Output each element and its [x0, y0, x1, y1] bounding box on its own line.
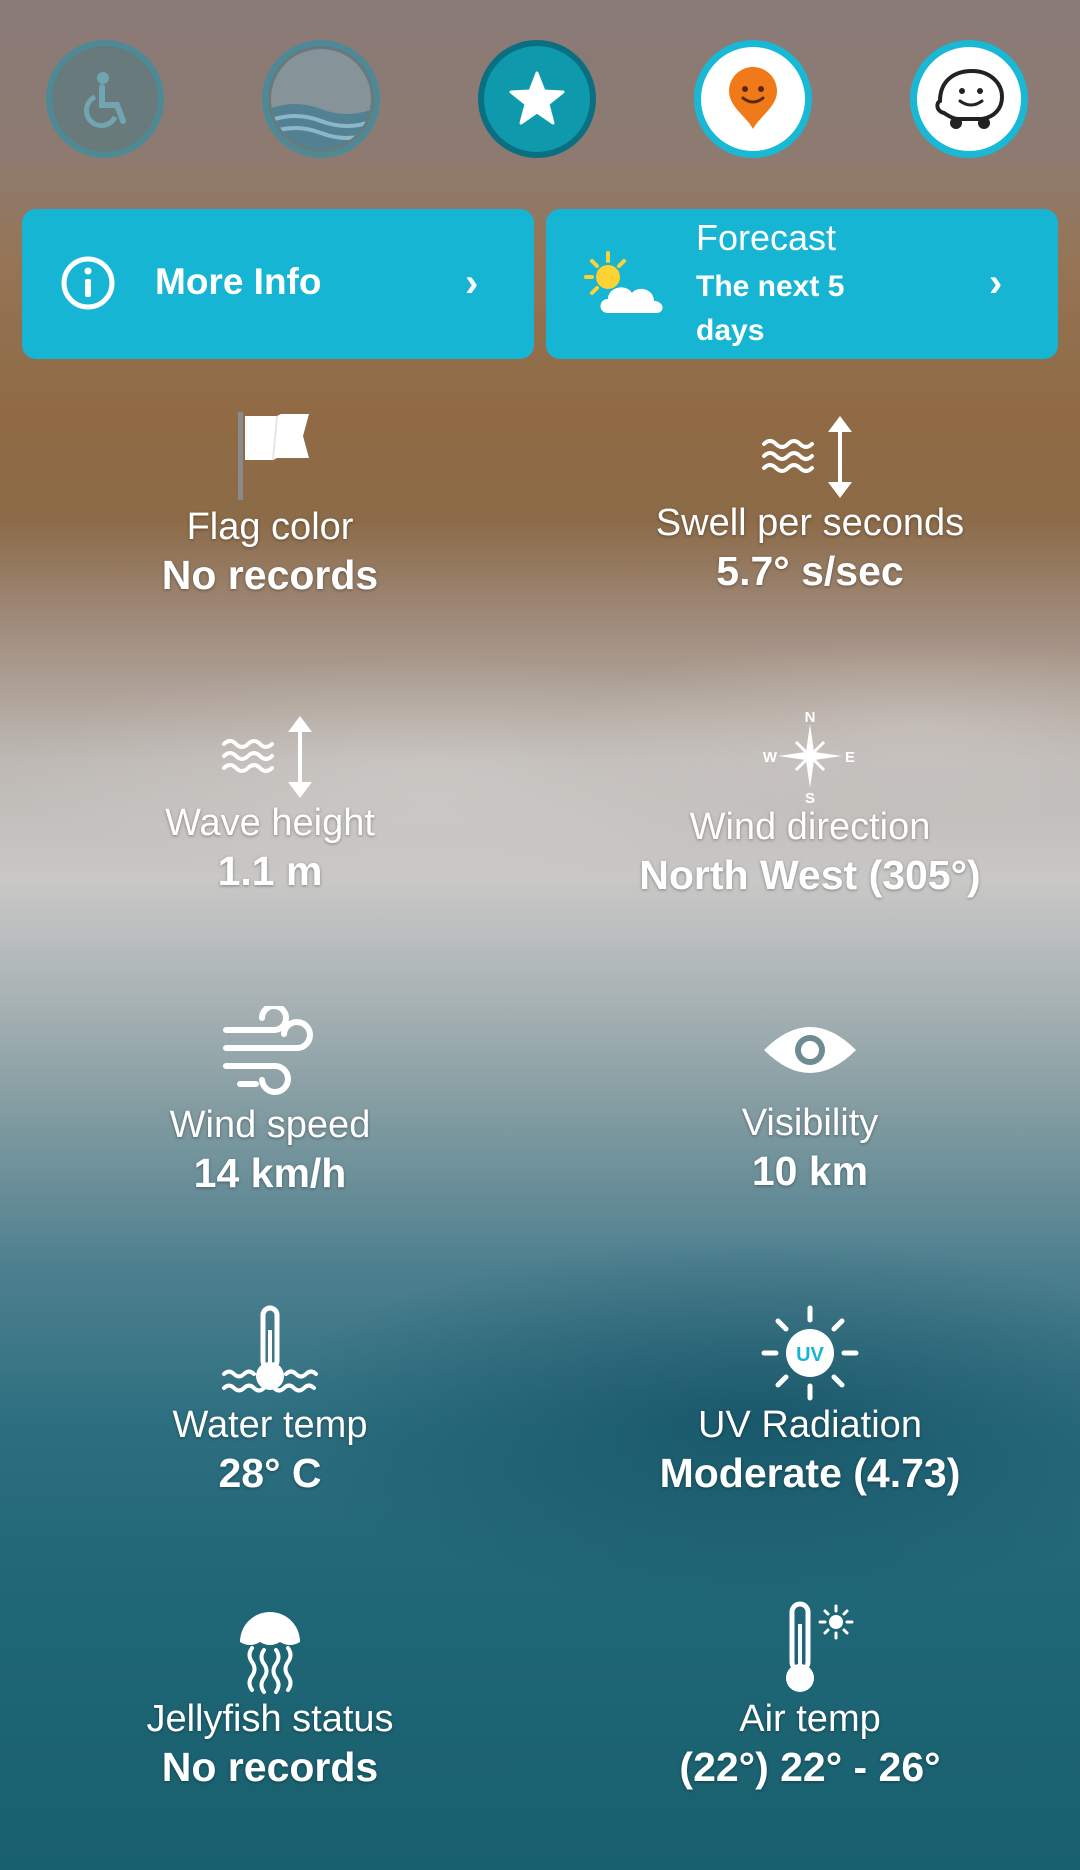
- uv-radiation-label: UV Radiation: [698, 1404, 922, 1446]
- uv-radiation-value: Moderate (4.73): [659, 1450, 961, 1496]
- blue-flag-icon: [271, 49, 371, 149]
- visibility-value: 10 km: [751, 1148, 869, 1194]
- flag-color-value: No records: [161, 552, 379, 598]
- flag-icon: [238, 412, 309, 500]
- wave-height-stat: Wave height 1.1 m: [0, 714, 540, 896]
- uv-badge: UV: [796, 1344, 824, 1366]
- jellyfish-icon: [240, 1612, 300, 1694]
- wave-height-label: Wave height: [165, 802, 375, 844]
- jellyfish-label: Jellyfish status: [146, 1698, 394, 1740]
- jellyfish-value: No records: [161, 1744, 379, 1790]
- swell-icon: [762, 416, 852, 498]
- compass-east: E: [845, 749, 855, 766]
- wind-direction-value: North West (305°): [639, 852, 981, 898]
- forecast-button[interactable]: Forecast The next 5 days ›: [546, 209, 1058, 359]
- wave-height-value: 1.1 m: [217, 848, 323, 894]
- swell-value: 5.7° s/sec: [716, 548, 904, 594]
- air-temp-value: (22°) 22° - 26°: [679, 1744, 941, 1790]
- wind-speed-label: Wind speed: [169, 1104, 371, 1146]
- water-temp-label: Water temp: [172, 1404, 368, 1446]
- waze-icon: [935, 68, 1005, 129]
- chevron-right-icon: ›: [989, 261, 1003, 305]
- partly-sunny-icon: [584, 251, 663, 313]
- star-icon: [509, 71, 565, 125]
- more-info-button[interactable]: More Info ›: [22, 209, 534, 359]
- water-thermometer-icon: [222, 1305, 318, 1393]
- visibility-stat: Visibility 10 km: [540, 1016, 1080, 1196]
- air-temp-stat: Air temp (22°) 22° - 26°: [540, 1600, 1080, 1792]
- wind-speed-value: 14 km/h: [193, 1150, 347, 1196]
- water-temp-value: 28° C: [218, 1450, 322, 1496]
- air-temp-label: Air temp: [739, 1698, 881, 1740]
- wave-height-icon: [222, 716, 312, 798]
- map-pin-button[interactable]: [694, 40, 812, 158]
- info-icon: [61, 256, 115, 310]
- compass-icon: N E S W: [763, 709, 855, 804]
- map-pin-icon: [729, 67, 777, 129]
- compass-south: S: [805, 790, 815, 804]
- uv-sun-icon: UV: [761, 1305, 859, 1401]
- wind-direction-stat: N E S W Wind direction North West (305°): [540, 708, 1080, 900]
- chevron-right-icon: ›: [465, 261, 479, 305]
- uv-radiation-stat: UV UV Radiation Moderate (4.73): [540, 1304, 1080, 1498]
- flag-color-stat: Flag color No records: [0, 406, 540, 600]
- wind-speed-stat: Wind speed 14 km/h: [0, 1006, 540, 1198]
- wind-direction-label: Wind direction: [689, 806, 931, 848]
- compass-west: W: [763, 749, 778, 766]
- more-info-label: More Info: [155, 261, 322, 302]
- swell-stat: Swell per seconds 5.7° s/sec: [540, 414, 1080, 596]
- eye-icon: [764, 1027, 856, 1073]
- accessibility-button[interactable]: [46, 40, 164, 158]
- accessibility-icon: [83, 72, 126, 129]
- top-actions: [0, 40, 1080, 166]
- wind-icon: [223, 1006, 313, 1095]
- compass-north: N: [805, 709, 816, 726]
- visibility-label: Visibility: [741, 1102, 879, 1144]
- water-temp-stat: Water temp 28° C: [0, 1304, 540, 1498]
- swell-label: Swell per seconds: [655, 502, 965, 544]
- air-thermometer-icon: [786, 1601, 854, 1692]
- blue-flag-button[interactable]: [262, 40, 380, 158]
- forecast-subtitle: The next 5 days: [696, 270, 845, 347]
- forecast-title: Forecast: [696, 217, 837, 258]
- jellyfish-stat: Jellyfish status No records: [0, 1600, 540, 1792]
- favorite-button[interactable]: [478, 40, 596, 158]
- waze-button[interactable]: [910, 40, 1028, 158]
- flag-color-label: Flag color: [186, 506, 354, 548]
